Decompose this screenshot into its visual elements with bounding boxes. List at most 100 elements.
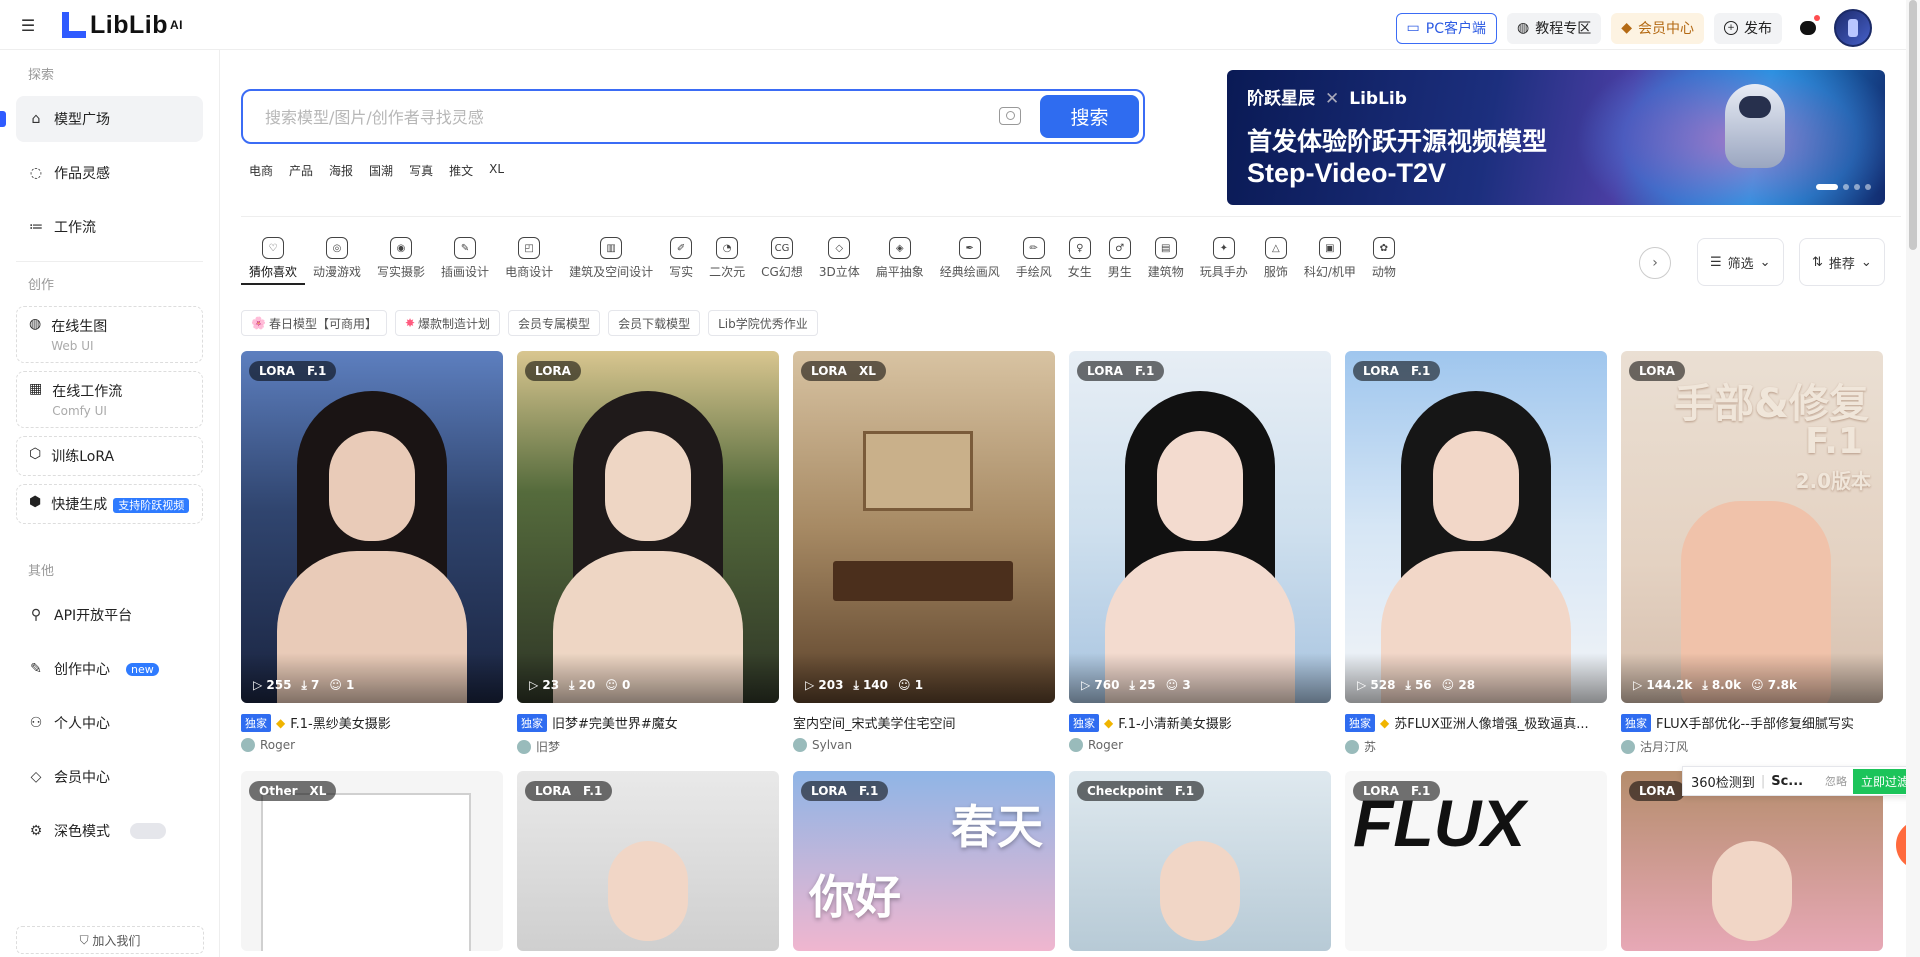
- category-item[interactable]: ✐ 写实: [661, 237, 701, 280]
- card-title[interactable]: 独家 ◆ F.1-小清新美女摄影: [1069, 713, 1331, 732]
- card-title[interactable]: 独家 FLUX手部优化--手部修复细腻写实: [1621, 713, 1883, 732]
- camera-icon[interactable]: [999, 107, 1021, 125]
- category-item[interactable]: ♀ 女生: [1060, 237, 1100, 280]
- model-card[interactable]: 春天 你好 LORA F.1: [793, 771, 1055, 951]
- avatar[interactable]: [1834, 9, 1872, 47]
- model-card[interactable]: LORA F.1 ▷ 255 ⤓ 7 ☺ 1 独家 ◆ F.1-黑纱美女摄影 Roger: [241, 351, 503, 755]
- banner-dot[interactable]: [1816, 184, 1838, 190]
- filter-button[interactable]: ☰ 筛选 ⌄: [1697, 238, 1784, 286]
- sidebar-item-train-lora[interactable]: ⬡ 训练LoRA: [16, 436, 203, 476]
- search-button[interactable]: 搜索: [1040, 95, 1139, 138]
- sidebar-item-model-square[interactable]: ⌂ 模型广场: [0, 96, 203, 142]
- card-title[interactable]: 室内空间_宋式美学住宅空间: [793, 713, 1055, 732]
- promo-banner[interactable]: 阶跃星辰 ✕ LibLib 首发体验阶跃开源视频模型 Step-Video-T2V: [1227, 70, 1885, 205]
- model-card[interactable]: LORA: [1621, 771, 1883, 951]
- category-item[interactable]: ▣ 科幻/机甲: [1296, 237, 1364, 280]
- menu-icon[interactable]: ☰: [16, 13, 40, 37]
- card-thumbnail[interactable]: FLUX LORA F.1: [1345, 771, 1607, 951]
- card-title[interactable]: 独家 ◆ F.1-黑纱美女摄影: [241, 713, 503, 732]
- category-item[interactable]: ◉ 写实摄影: [369, 237, 433, 280]
- category-item[interactable]: ▤ 建筑物: [1140, 237, 1192, 280]
- model-card[interactable]: Other XL: [241, 771, 503, 951]
- hot-tag[interactable]: 推文: [449, 162, 473, 179]
- card-thumbnail[interactable]: Other XL: [241, 771, 503, 951]
- topic-pill[interactable]: 会员下载模型: [608, 310, 701, 336]
- category-item[interactable]: ◈ 扁平抽象: [868, 237, 932, 280]
- hot-tag[interactable]: 产品: [289, 162, 313, 179]
- banner-dot[interactable]: [1854, 184, 1860, 190]
- category-item[interactable]: ✦ 玩具手办: [1192, 237, 1256, 280]
- card-author[interactable]: 旧梦: [517, 738, 779, 755]
- join-us-button[interactable]: ⛉ 加入我们: [16, 926, 204, 954]
- model-card[interactable]: Checkpoint F.1: [1069, 771, 1331, 951]
- card-thumbnail[interactable]: 春天 你好 LORA F.1: [793, 771, 1055, 951]
- topic-pill[interactable]: ✸ 爆款制造计划: [394, 310, 501, 336]
- card-author[interactable]: 苏: [1345, 738, 1607, 755]
- card-thumbnail[interactable]: LORA: [1621, 771, 1883, 951]
- card-title[interactable]: 独家 旧梦#完美世界#魔女: [517, 713, 779, 732]
- card-thumbnail[interactable]: LORA F.1: [517, 771, 779, 951]
- publish-button[interactable]: + 发布: [1714, 12, 1782, 44]
- topic-pill[interactable]: 会员专属模型: [508, 310, 601, 336]
- sidebar-item-webui[interactable]: ◍ 在线生图 Web UI: [16, 306, 203, 363]
- card-author[interactable]: Roger: [1069, 738, 1331, 752]
- category-item[interactable]: ◔ 二次元: [701, 237, 753, 280]
- card-title[interactable]: 独家 ◆ 苏FLUX亚洲人像增强_极致逼真...: [1345, 713, 1607, 732]
- message-button[interactable]: [1792, 12, 1824, 44]
- sidebar-item-quick-generate[interactable]: ⬢ 快捷生成 支持阶跃视频: [16, 484, 203, 524]
- model-card[interactable]: LORA F.1: [517, 771, 779, 951]
- card-thumbnail[interactable]: Checkpoint F.1: [1069, 771, 1331, 951]
- card-author[interactable]: Sylvan: [793, 738, 1055, 752]
- hot-tag[interactable]: 电商: [249, 162, 273, 179]
- search-input[interactable]: [265, 105, 955, 129]
- banner-dot[interactable]: [1843, 184, 1849, 190]
- model-card[interactable]: LORA F.1 ▷ 760 ⤓ 25 ☺ 3 独家 ◆ F.1-小清新美女摄影 Roger: [1069, 351, 1331, 755]
- model-card[interactable]: LORA ▷ 23 ⤓ 20 ☺ 0 独家 旧梦#完美世界#魔女 旧梦: [517, 351, 779, 755]
- model-card[interactable]: FLUX LORA F.1: [1345, 771, 1607, 951]
- sidebar-item-inspiration[interactable]: ◌ 作品灵感: [16, 150, 203, 196]
- logo[interactable]: LibLib AI: [62, 10, 183, 40]
- category-item[interactable]: ✒ 经典绘画风: [932, 237, 1008, 280]
- category-item[interactable]: ♂ 男生: [1100, 237, 1140, 280]
- vip-button[interactable]: ◆ 会员中心: [1611, 12, 1704, 44]
- card-author[interactable]: 沽月汀风: [1621, 738, 1883, 755]
- dark-mode-toggle[interactable]: [130, 823, 166, 839]
- category-item[interactable]: ✎ 插画设计: [433, 237, 497, 280]
- pc-client-button[interactable]: ▭ PC客户端: [1395, 12, 1497, 44]
- tutorial-button[interactable]: ◍ 教程专区: [1507, 12, 1602, 44]
- chevron-right-icon[interactable]: ›: [1639, 247, 1671, 279]
- sidebar-item-create-center[interactable]: ✎ 创作中心 new: [16, 646, 203, 692]
- category-item[interactable]: ▥ 建筑及空间设计: [561, 237, 661, 280]
- card-thumbnail[interactable]: LORA F.1 ▷ 255 ⤓ 7 ☺ 1: [241, 351, 503, 703]
- scrollbar-thumb[interactable]: [1909, 0, 1917, 250]
- category-item[interactable]: ✿ 动物: [1364, 237, 1404, 280]
- hot-tag[interactable]: 国潮: [369, 162, 393, 179]
- card-author[interactable]: Roger: [241, 738, 503, 752]
- sort-button[interactable]: ⇅ 推荐 ⌄: [1799, 238, 1885, 286]
- card-thumbnail[interactable]: LORA XL ▷ 203 ⤓ 140 ☺ 1: [793, 351, 1055, 703]
- hot-tag[interactable]: 海报: [329, 162, 353, 179]
- banner-dot[interactable]: [1865, 184, 1871, 190]
- model-card[interactable]: LORA XL ▷ 203 ⤓ 140 ☺ 1 室内空间_宋式美学住宅空间 Sylvan: [793, 351, 1055, 755]
- sidebar-item-profile[interactable]: ⚇ 个人中心: [16, 700, 203, 746]
- topic-pill[interactable]: 🌸 春日模型【可商用】: [241, 310, 387, 336]
- sidebar-item-workflow[interactable]: ≔ 工作流: [16, 204, 203, 250]
- sidebar-item-comfyui[interactable]: ▦ 在线工作流 Comfy UI: [16, 371, 203, 428]
- hot-tag[interactable]: XL: [489, 162, 504, 179]
- popup-ignore-button[interactable]: 忽略: [1825, 773, 1847, 789]
- topic-pill[interactable]: Lib学院优秀作业: [708, 310, 818, 336]
- category-item[interactable]: ♡ 猜你喜欢: [241, 237, 306, 285]
- category-item[interactable]: CG CG幻想: [753, 237, 811, 280]
- model-card[interactable]: 手部&修复 F.1 2.0版本 LORA ▷ 144.2k ⤓ 8.0k ☺ 7.8k 独家 F…: [1621, 351, 1883, 755]
- category-item[interactable]: △ 服饰: [1256, 237, 1296, 280]
- card-thumbnail[interactable]: LORA F.1 ▷ 528 ⤓ 56 ☺ 28: [1345, 351, 1607, 703]
- category-item[interactable]: ✏ 手绘风: [1008, 237, 1060, 280]
- card-thumbnail[interactable]: LORA ▷ 23 ⤓ 20 ☺ 0: [517, 351, 779, 703]
- hot-tag[interactable]: 写真: [409, 162, 433, 179]
- card-thumbnail[interactable]: 手部&修复 F.1 2.0版本 LORA ▷ 144.2k ⤓ 8.0k ☺ 7.8k: [1621, 351, 1883, 703]
- sidebar-item-vip[interactable]: ◇ 会员中心: [16, 754, 203, 800]
- card-thumbnail[interactable]: LORA F.1 ▷ 760 ⤓ 25 ☺ 3: [1069, 351, 1331, 703]
- scrollbar[interactable]: [1906, 0, 1920, 957]
- category-item[interactable]: ◇ 3D立体: [811, 237, 868, 280]
- category-item[interactable]: ◎ 动漫游戏: [305, 237, 369, 280]
